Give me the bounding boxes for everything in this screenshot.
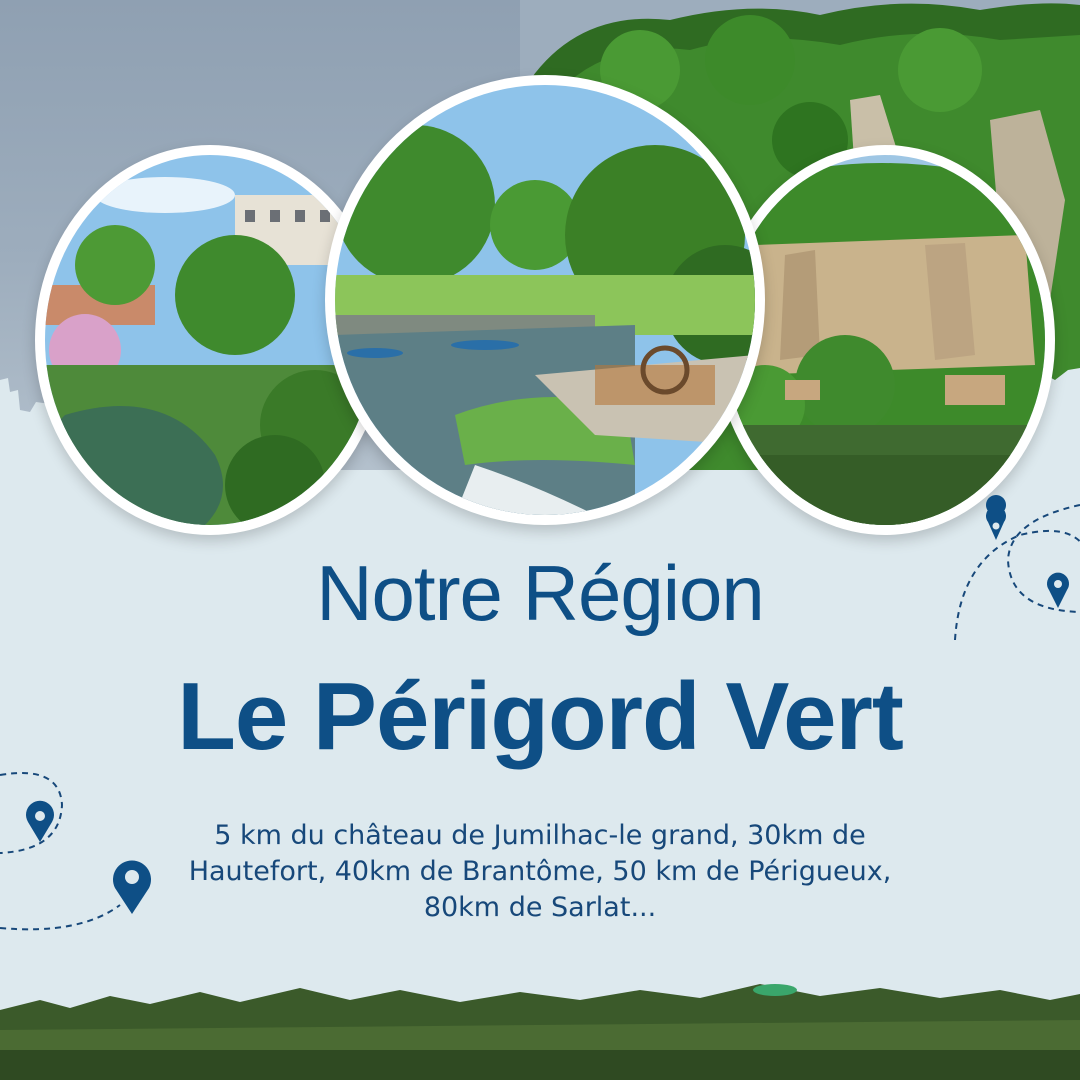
photo-chateau-river-image (45, 155, 375, 525)
river-canoes-illustration (335, 85, 755, 515)
photo-cliff-village (715, 145, 1055, 535)
chateau-river-illustration (45, 155, 375, 525)
photo-river-canoes-image (335, 85, 755, 515)
photo-cliff-village-image (725, 155, 1045, 525)
location-description: 5 km du château de Jumilhac-le grand, 30… (188, 820, 892, 923)
river-strip (0, 984, 1080, 1080)
heading-notre-region: Notre Région (316, 549, 765, 637)
cliff-village-illustration (725, 155, 1045, 525)
poster: Notre Région Le Périgord Vert 5 km du ch… (0, 0, 1080, 1080)
photo-river-canoes (325, 75, 765, 525)
heading-perigord-vert: Le Périgord Vert (177, 663, 904, 770)
